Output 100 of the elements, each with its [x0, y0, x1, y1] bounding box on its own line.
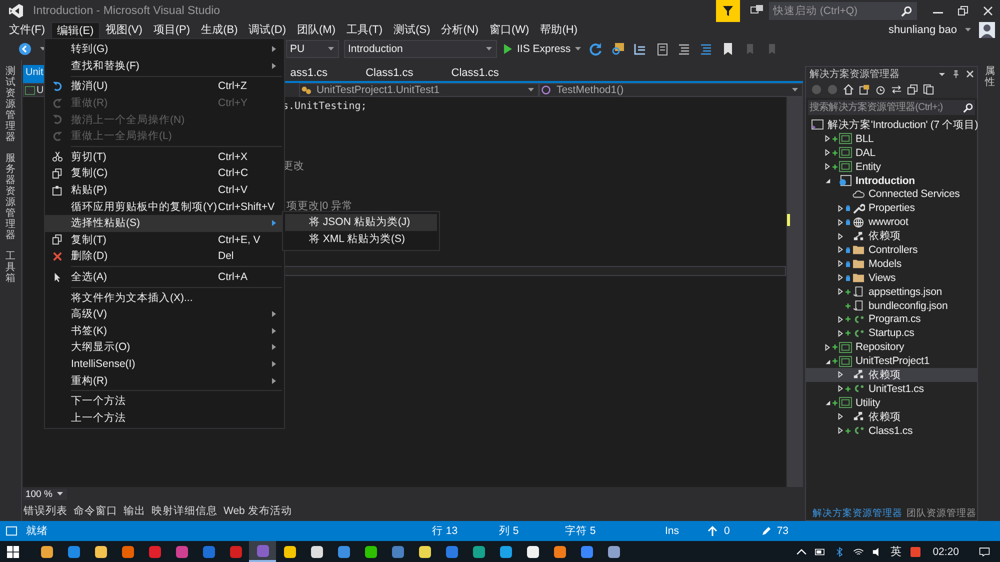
- clock[interactable]: 02:20: [932, 546, 959, 558]
- menu-item[interactable]: IntelliSense(I): [45, 356, 284, 372]
- collapsed-arrow-icon[interactable]: [837, 371, 844, 378]
- tree-item[interactable]: 解决方案'Introduction' (7 个项目): [806, 118, 978, 132]
- tree-item[interactable]: 依赖项: [806, 229, 978, 244]
- tree-item[interactable]: wwwroot: [806, 215, 978, 230]
- tree-item[interactable]: 依赖项: [806, 410, 978, 424]
- collapsed-arrow-icon[interactable]: [837, 288, 844, 296]
- tree-item[interactable]: BLL: [806, 132, 978, 146]
- tree-item[interactable]: 依赖项: [806, 368, 978, 382]
- wifi-icon[interactable]: [852, 546, 864, 556]
- class-dropdown[interactable]: UnitTestProject1.UnitTest1: [299, 83, 540, 97]
- tree-item[interactable]: appsettings.json: [806, 284, 978, 299]
- menu-item[interactable]: 帮助(H): [535, 22, 583, 38]
- changes-count[interactable]: 73: [776, 525, 789, 537]
- tree-item[interactable]: Introduction: [806, 174, 978, 188]
- menu-item[interactable]: 复制(T) Ctrl+E, V: [45, 232, 284, 248]
- notification-icon[interactable]: [979, 546, 990, 556]
- run-button[interactable]: IIS Express: [504, 43, 571, 55]
- side-panel-tab[interactable]: 测试资源管理器: [6, 66, 16, 143]
- menu-item[interactable]: 将 JSON 粘贴为类(J): [285, 214, 437, 231]
- menu-item[interactable]: 团队(M): [292, 22, 341, 38]
- find-in-files-icon[interactable]: [610, 42, 625, 56]
- collapsed-arrow-icon[interactable]: [824, 163, 832, 170]
- avatar-icon[interactable]: [979, 22, 995, 38]
- menu-item[interactable]: 调试(D): [244, 22, 292, 38]
- tool-window-tab[interactable]: 映射详细信息: [151, 504, 218, 518]
- sync-view-icon[interactable]: [859, 84, 870, 94]
- menu-item[interactable]: 重构(R): [45, 372, 284, 389]
- member-dropdown[interactable]: TestMethod1(): [539, 83, 804, 97]
- menu-item[interactable]: 窗口(W): [484, 22, 534, 38]
- panel-tab[interactable]: 团队资源管理器: [906, 506, 976, 520]
- tree-item[interactable]: Repository: [806, 340, 978, 354]
- collapsed-arrow-icon[interactable]: [837, 330, 844, 337]
- tool-window-tab[interactable]: 错误列表: [23, 504, 68, 518]
- tree-item[interactable]: Utility: [806, 396, 978, 410]
- collapsed-arrow-icon[interactable]: [837, 385, 844, 392]
- menu-item[interactable]: 将文件作为文本插入(X)...: [45, 289, 284, 306]
- tree-item[interactable]: Views: [806, 270, 978, 285]
- document-tab[interactable]: Class1.cs: [360, 65, 420, 81]
- tool-window-tab[interactable]: Web 发布活动: [223, 504, 292, 518]
- tree-item[interactable]: Connected Services: [806, 187, 978, 202]
- collapsed-arrow-icon[interactable]: [824, 344, 832, 351]
- collapsed-arrow-icon[interactable]: [837, 218, 844, 226]
- expanded-arrow-icon[interactable]: [824, 358, 832, 365]
- tree-item[interactable]: Class1.cs: [806, 424, 978, 438]
- tree-item[interactable]: Program.cs: [806, 312, 978, 326]
- menu-item[interactable]: 转到(G): [45, 41, 284, 58]
- menu-item[interactable]: 视图(V): [100, 22, 148, 38]
- platform-dropdown[interactable]: PU: [286, 40, 339, 58]
- quick-launch-field[interactable]: 快速启动 (Ctrl+Q): [769, 2, 917, 20]
- bluetooth-icon[interactable]: [834, 546, 845, 556]
- menu-item[interactable]: 分析(N): [436, 22, 484, 38]
- menu-item[interactable]: 工具(T): [342, 22, 388, 38]
- tree-item[interactable]: Controllers: [806, 243, 978, 257]
- tree-item[interactable]: Entity: [806, 160, 978, 174]
- menu-item[interactable]: 上一个方法: [45, 409, 284, 426]
- tree-item[interactable]: bundleconfig.json: [806, 298, 978, 312]
- back-icon[interactable]: [18, 42, 32, 56]
- menu-item[interactable]: 编辑(E): [51, 22, 100, 38]
- document-tab[interactable]: Unit: [23, 65, 46, 81]
- tree-item[interactable]: UnitTestProject1: [806, 354, 978, 368]
- menu-item[interactable]: 撤消(U) Ctrl+Z: [45, 78, 284, 95]
- tool-window-tab[interactable]: 命令窗口: [73, 504, 118, 518]
- menu-item[interactable]: 大纲显示(O): [45, 339, 284, 356]
- collapsed-arrow-icon[interactable]: [824, 149, 832, 156]
- collapsed-arrow-icon[interactable]: [837, 232, 844, 240]
- battery-icon[interactable]: [814, 546, 826, 556]
- side-panel-tab[interactable]: 属性: [985, 66, 996, 88]
- menu-item[interactable]: 文件(F): [4, 22, 50, 38]
- menu-item[interactable]: 剪切(T) Ctrl+X: [45, 148, 284, 166]
- zoom-dropdown[interactable]: 100 %: [23, 488, 68, 500]
- collapsed-arrow-icon[interactable]: [837, 427, 844, 434]
- document-tab[interactable]: Class1.cs: [445, 65, 505, 81]
- collapsed-arrow-icon[interactable]: [837, 316, 844, 323]
- tree-item[interactable]: Startup.cs: [806, 326, 978, 340]
- collapse-all-icon[interactable]: [907, 84, 918, 94]
- menu-item[interactable]: 下一个方法: [45, 392, 284, 410]
- panel-tab[interactable]: 解决方案资源管理器: [812, 506, 902, 520]
- startup-project-dropdown[interactable]: Introduction: [344, 40, 497, 58]
- tree-item[interactable]: Properties: [806, 201, 978, 216]
- menu-item[interactable]: 循环应用剪贴板中的复制项(Y)Ctrl+Shift+V: [45, 198, 284, 215]
- side-panel-tab[interactable]: 工具箱: [6, 251, 16, 284]
- document-icon[interactable]: [654, 42, 669, 56]
- caret-icon[interactable]: [574, 47, 581, 51]
- collapsed-arrow-icon[interactable]: [837, 260, 844, 268]
- expanded-arrow-icon[interactable]: [824, 177, 832, 184]
- windows-logo-icon[interactable]: [7, 546, 19, 558]
- show-all-files-icon[interactable]: [923, 84, 934, 94]
- tree-item[interactable]: UnitTest1.cs: [806, 382, 978, 396]
- menu-item[interactable]: 测试(S): [388, 22, 436, 38]
- menu-item[interactable]: 复制(C) Ctrl+C: [45, 165, 284, 182]
- refresh-icon[interactable]: [588, 42, 603, 56]
- menu-item[interactable]: 选择性粘贴(S): [45, 214, 284, 232]
- pin-icon[interactable]: [952, 70, 960, 78]
- side-panel-tab[interactable]: 服务器资源管理器: [6, 153, 16, 241]
- menu-item[interactable]: 粘贴(P) Ctrl+V: [45, 182, 284, 198]
- menu-item[interactable]: 高级(V): [45, 306, 284, 322]
- menu-item[interactable]: 查找和替换(F): [45, 58, 284, 74]
- menu-item[interactable]: 生成(B): [196, 22, 243, 38]
